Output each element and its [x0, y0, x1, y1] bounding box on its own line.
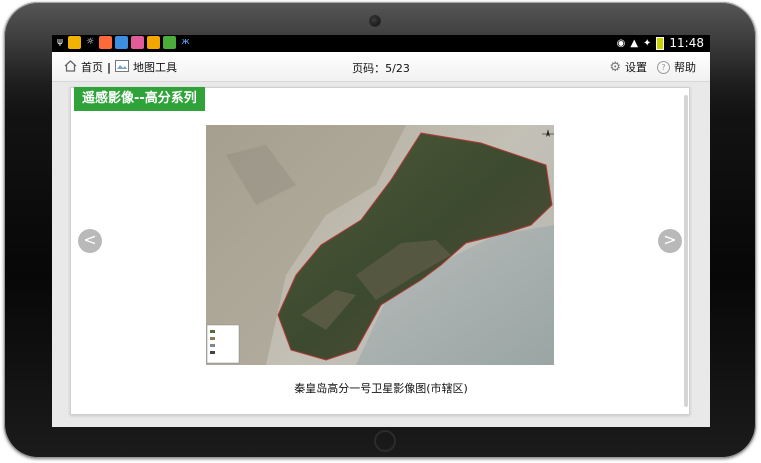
prev-page-button[interactable]: < [78, 229, 102, 253]
notification-app-icon [99, 36, 112, 49]
notification-app-icon [115, 36, 128, 49]
nav-right-group: ⚙ 设置 ? 帮助 [609, 59, 696, 75]
scrollbar[interactable] [684, 95, 688, 407]
image-caption: 秦皇岛高分一号卫星影像图(市辖区) [294, 382, 468, 395]
satellite-map-image[interactable] [206, 125, 554, 365]
settings-link[interactable]: 设置 [625, 59, 647, 75]
notification-icons: ψ ☼ ж [55, 36, 192, 49]
system-icons: ◉ ▲ ✦ 11:48 [617, 36, 704, 50]
tablet-screen: ψ ☼ ж ◉ ▲ ✦ 11:48 首页 | 地图工具 页码：5/23 ⚙ 设置… [52, 35, 710, 427]
battery-icon [656, 36, 665, 50]
home-hardware-button[interactable] [374, 430, 396, 452]
help-icon[interactable]: ? [657, 60, 670, 74]
eye-icon: ◉ [616, 37, 626, 49]
butterfly-icon: ж [181, 37, 190, 47]
next-page-button[interactable]: > [658, 229, 682, 253]
signal-icon: ▲ [630, 37, 639, 49]
usb-icon: ψ [57, 37, 63, 47]
gear-icon[interactable]: ⚙ [609, 60, 621, 75]
app-toolbar: 首页 | 地图工具 页码：5/23 ⚙ 设置 ? 帮助 [52, 52, 710, 82]
cloud-icon [147, 36, 160, 49]
notification-app-icon [163, 36, 176, 49]
notification-app-icon [68, 36, 81, 49]
clock: 11:48 [669, 36, 704, 50]
notification-app-icon [131, 36, 144, 49]
wifi-icon: ✦ [643, 37, 652, 49]
front-camera [370, 16, 380, 26]
brightness-icon: ☼ [85, 37, 95, 47]
status-bar: ψ ☼ ж ◉ ▲ ✦ 11:48 [52, 35, 710, 52]
help-link[interactable]: 帮助 [674, 59, 696, 75]
section-title: 遥感影像--高分系列 [74, 87, 205, 111]
